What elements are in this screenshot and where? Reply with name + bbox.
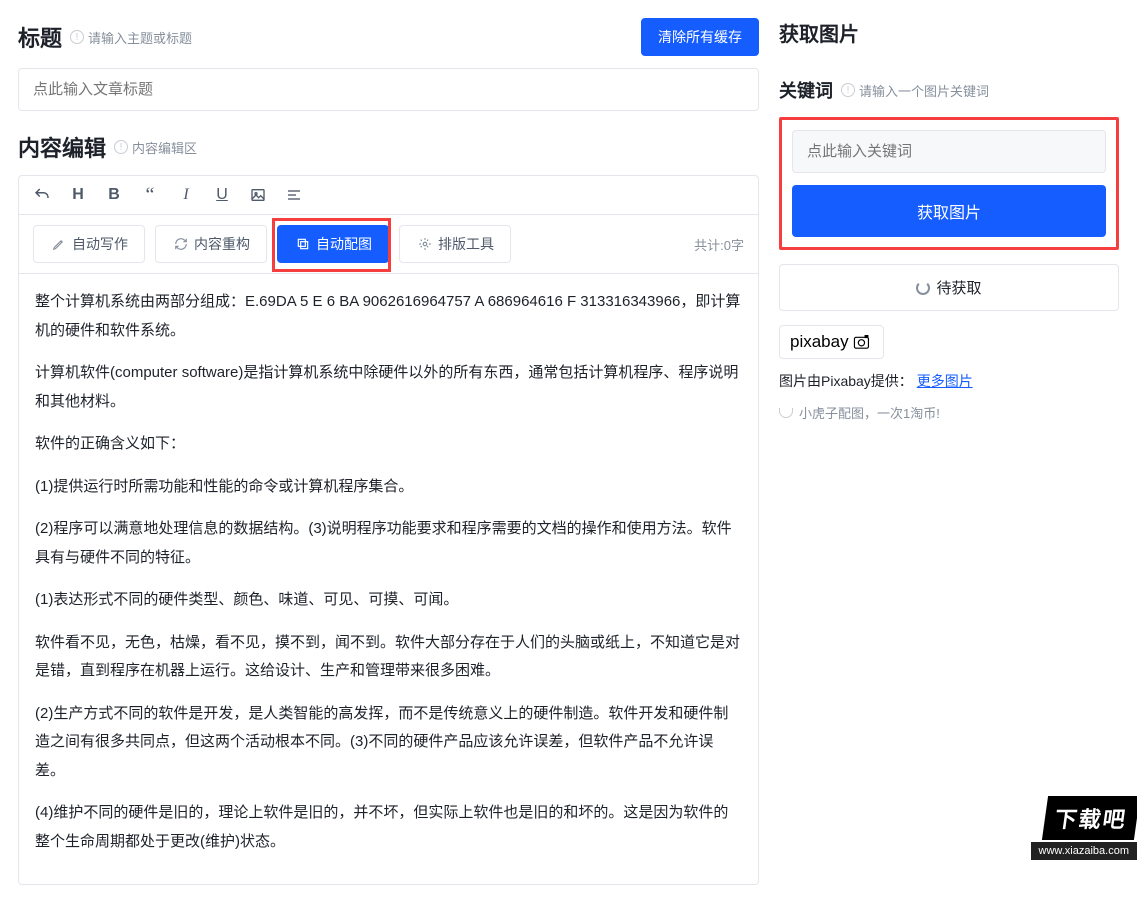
layout-tool-button[interactable]: 排版工具 — [399, 225, 511, 263]
watermark-text: 下载吧 — [1042, 796, 1137, 840]
info-icon: ! — [114, 140, 128, 154]
editor-section-title: 内容编辑 — [18, 131, 106, 163]
layout-tool-label: 排版工具 — [438, 234, 494, 254]
pixabay-text: pixabay — [790, 332, 849, 352]
clear-cache-button[interactable]: 清除所有缓存 — [641, 18, 759, 56]
auto-image-button[interactable]: 自动配图 — [277, 225, 389, 263]
pending-button[interactable]: 待获取 — [779, 264, 1119, 311]
content-p: (1)提供运行时所需功能和性能的命令或计算机程序集合。 — [35, 473, 742, 502]
format-toolbar: H B “ I U — [19, 176, 758, 215]
content-p: (2)程序可以满意地处理信息的数据结构。(3)说明程序功能要求和程序需要的文档的… — [35, 515, 742, 572]
spinner-icon — [916, 281, 930, 295]
content-p: (4)维护不同的硬件是旧的，理论上软件是旧的，并不坏，但实际上软件也是旧的和坏的… — [35, 799, 742, 856]
watermark-url: www.xiazaiba.com — [1031, 842, 1137, 860]
editor-hint-text: 内容编辑区 — [132, 138, 197, 157]
image-icon[interactable] — [249, 186, 267, 204]
restructure-button[interactable]: 内容重构 — [155, 225, 267, 263]
keyword-block-highlight: 获取图片 — [779, 117, 1119, 250]
heading-icon[interactable]: H — [69, 186, 87, 204]
italic-icon[interactable]: I — [177, 186, 195, 204]
underline-icon[interactable]: U — [213, 186, 231, 204]
tip-text: 小虎子配图，一次1淘币! — [799, 403, 940, 422]
editor-box: H B “ I U 自动写作 内容重构 — [18, 175, 759, 885]
more-images-link[interactable]: 更多图片 — [917, 373, 973, 389]
word-count: 共计:0字 — [694, 235, 744, 254]
provider-line: 图片由Pixabay提供： 更多图片 — [779, 371, 1119, 391]
title-label: 标题 — [18, 21, 62, 53]
refresh-icon — [172, 235, 190, 253]
info-icon: ! — [841, 83, 855, 97]
pending-label: 待获取 — [936, 277, 981, 298]
quote-icon[interactable]: “ — [141, 186, 159, 204]
editor-section-hint: ! 内容编辑区 — [114, 138, 197, 157]
title-hint-text: 请输入主题或标题 — [88, 28, 192, 47]
provider-prefix: 图片由Pixabay提供： — [779, 373, 913, 389]
article-title-input[interactable] — [18, 68, 759, 111]
tip-line: 小虎子配图，一次1淘币! — [779, 403, 1119, 422]
content-p: 整个计算机系统由两部分组成：E.69DA 5 E 6 BA 9062616964… — [35, 288, 742, 345]
auto-write-button[interactable]: 自动写作 — [33, 225, 145, 263]
editor-content[interactable]: 整个计算机系统由两部分组成：E.69DA 5 E 6 BA 9062616964… — [19, 274, 758, 884]
content-p: 软件看不见，无色，枯燥，看不见，摸不到，闻不到。软件大部分存在于人们的头脑或纸上… — [35, 629, 742, 686]
restructure-label: 内容重构 — [194, 234, 250, 254]
keyword-input[interactable] — [792, 130, 1106, 173]
align-left-icon[interactable] — [285, 186, 303, 204]
title-hint: ! 请输入主题或标题 — [70, 28, 192, 47]
settings-icon — [416, 235, 434, 253]
bowl-icon — [779, 408, 793, 418]
pixabay-badge: pixabay — [779, 325, 884, 359]
layers-icon — [294, 235, 312, 253]
info-icon: ! — [70, 30, 84, 44]
content-p: 软件的正确含义如下： — [35, 430, 742, 459]
title-section-header: 标题 ! 请输入主题或标题 清除所有缓存 — [18, 18, 759, 56]
undo-icon[interactable] — [33, 186, 51, 204]
auto-image-label: 自动配图 — [316, 234, 372, 254]
content-p: 计算机软件(computer software)是指计算机系统中除硬件以外的所有… — [35, 359, 742, 416]
pencil-icon — [50, 235, 68, 253]
content-p: (2)生产方式不同的软件是开发，是人类智能的高发挥，而不是传统意义上的硬件制造。… — [35, 700, 742, 786]
action-toolbar: 自动写作 内容重构 自动配图 排版工具 共计:0字 — [19, 215, 758, 274]
camera-icon — [853, 335, 873, 349]
keyword-hint-text: 请输入一个图片关键词 — [859, 81, 989, 100]
bold-icon[interactable]: B — [105, 186, 123, 204]
auto-write-label: 自动写作 — [72, 234, 128, 254]
fetch-image-button[interactable]: 获取图片 — [792, 185, 1106, 237]
watermark: 下载吧 www.xiazaiba.com — [997, 800, 1137, 860]
content-p: (1)表达形式不同的硬件类型、颜色、味道、可见、可摸、可闻。 — [35, 586, 742, 615]
keyword-hint: ! 请输入一个图片关键词 — [841, 81, 989, 100]
keyword-header: 关键词 ! 请输入一个图片关键词 — [779, 77, 1119, 103]
fetch-image-title: 获取图片 — [779, 18, 1119, 47]
keyword-label: 关键词 — [779, 77, 833, 103]
